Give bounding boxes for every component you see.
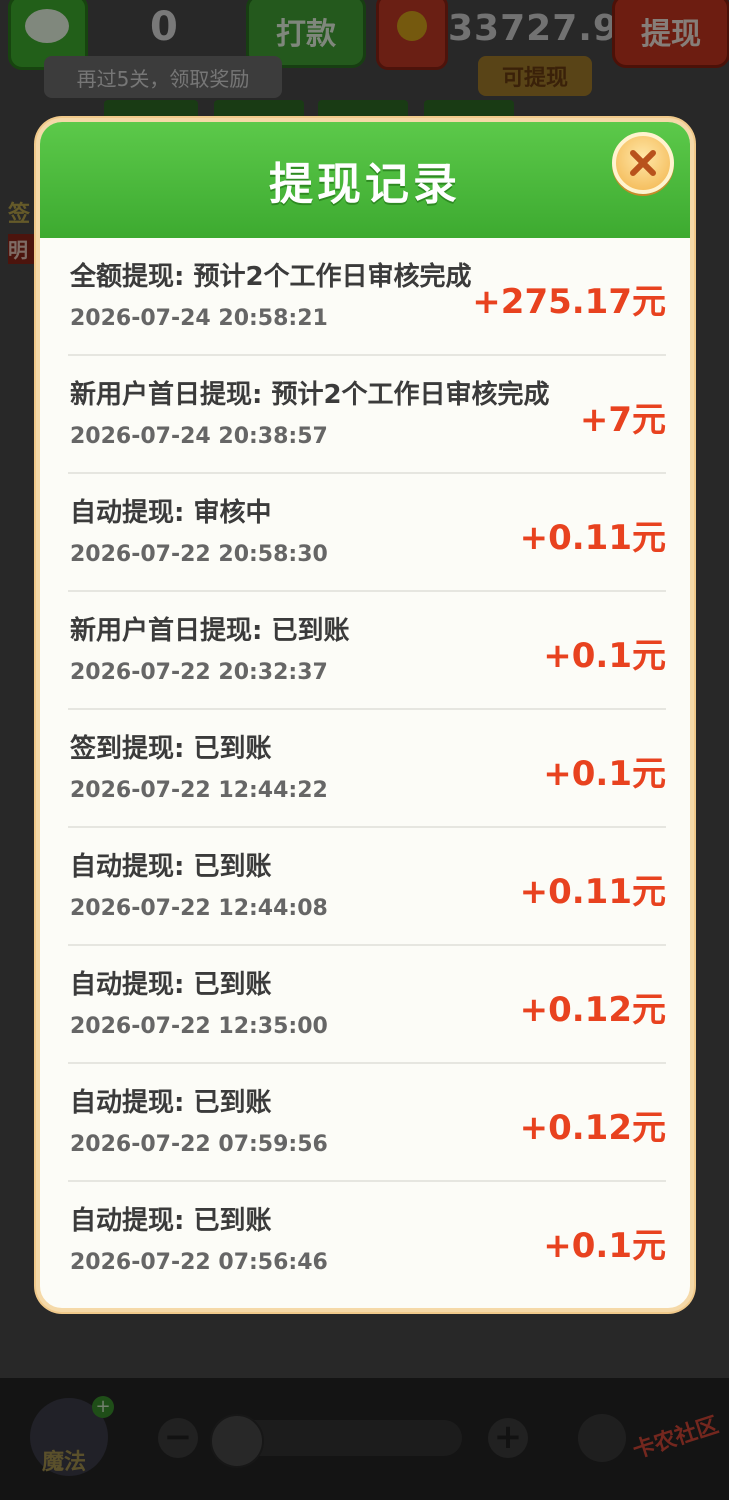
record-time: 2026-07-22 07:56:46	[70, 1250, 328, 1275]
record-time: 2026-07-22 07:59:56	[70, 1132, 328, 1157]
list-item: 自动提现: 审核中 2026-07-22 20:58:30 +0.11元	[68, 474, 666, 592]
record-title: 自动提现: 已到账	[70, 970, 272, 1000]
modal-title: 提现记录	[269, 159, 461, 210]
list-item: 自动提现: 已到账 2026-07-22 12:35:00 +0.12元	[68, 946, 666, 1064]
list-item: 全额提现: 预计2个工作日审核完成 2026-07-24 20:58:21 +2…	[68, 238, 666, 356]
record-title: 自动提现: 审核中	[70, 498, 272, 528]
record-title: 全额提现: 预计2个工作日审核完成	[70, 262, 472, 292]
record-time: 2026-07-22 20:32:37	[70, 660, 328, 685]
record-amount: +0.1元	[543, 754, 666, 794]
record-title: 新用户首日提现: 已到账	[70, 616, 350, 646]
record-amount: +0.12元	[519, 990, 666, 1030]
record-title: 自动提现: 已到账	[70, 1088, 272, 1118]
list-item: 新用户首日提现: 已到账 2026-07-22 20:32:37 +0.1元	[68, 592, 666, 710]
record-amount: +0.12元	[519, 1108, 666, 1148]
list-item: 自动提现: 已到账 2026-07-22 12:44:08 +0.11元	[68, 828, 666, 946]
modal-header: 提现记录	[40, 122, 690, 238]
list-item: 自动提现: 已到账 2026-07-22 07:59:56 +0.12元	[68, 1064, 666, 1182]
list-item: 自动提现: 已到账 2026-07-22 07:56:46 +0.1元	[68, 1182, 666, 1300]
record-title: 新用户首日提现: 预计2个工作日审核完成	[70, 380, 550, 410]
withdraw-record-modal: 提现记录 全额提现: 预计2个工作日审核完成 2026-07-24 20:58:…	[36, 118, 694, 1312]
record-time: 2026-07-22 20:58:30	[70, 542, 328, 567]
close-button[interactable]	[612, 132, 674, 194]
record-amount: +0.11元	[519, 518, 666, 558]
list-item: 签到提现: 已到账 2026-07-22 12:44:22 +0.1元	[68, 710, 666, 828]
record-amount: +7元	[579, 400, 666, 440]
record-amount: +275.17元	[472, 282, 666, 322]
record-title: 自动提现: 已到账	[70, 852, 272, 882]
record-list[interactable]: 全额提现: 预计2个工作日审核完成 2026-07-24 20:58:21 +2…	[68, 238, 666, 1300]
list-item: 新用户首日提现: 预计2个工作日审核完成 2026-07-24 20:38:57…	[68, 356, 666, 474]
close-icon	[630, 150, 656, 176]
record-amount: +0.1元	[543, 636, 666, 676]
record-title: 自动提现: 已到账	[70, 1206, 272, 1236]
record-time: 2026-07-22 12:44:08	[70, 896, 328, 921]
record-time: 2026-07-22 12:44:22	[70, 778, 328, 803]
record-time: 2026-07-24 20:38:57	[70, 424, 328, 449]
record-title: 签到提现: 已到账	[70, 734, 272, 764]
record-time: 2026-07-22 12:35:00	[70, 1014, 328, 1039]
record-amount: +0.1元	[543, 1226, 666, 1266]
record-time: 2026-07-24 20:58:21	[70, 306, 328, 331]
record-amount: +0.11元	[519, 872, 666, 912]
